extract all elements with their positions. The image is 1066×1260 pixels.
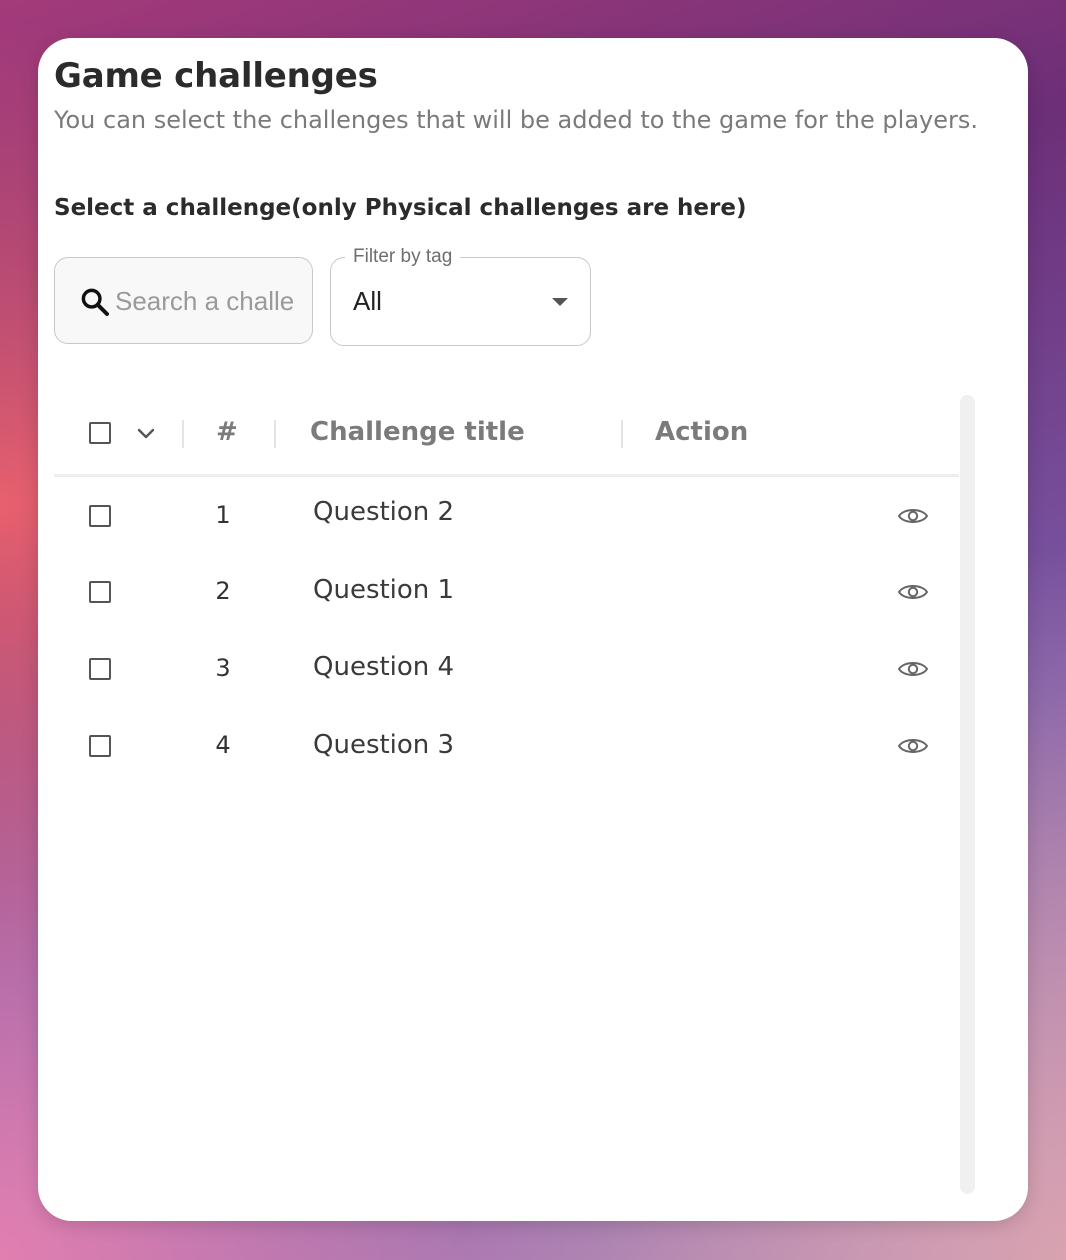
search-input[interactable] — [115, 282, 293, 320]
row-number: 4 — [215, 731, 231, 759]
table-row[interactable]: 4 Question 3 — [54, 708, 959, 785]
eye-icon[interactable] — [897, 581, 929, 603]
table-row[interactable]: 3 Question 4 — [54, 631, 959, 708]
column-header-action: Action — [655, 417, 749, 447]
table-row[interactable]: 1 Question 2 — [54, 477, 959, 554]
challenge-title: Question 4 — [313, 652, 455, 682]
search-icon — [81, 288, 109, 316]
row-checkbox[interactable] — [89, 658, 111, 680]
row-checkbox[interactable] — [89, 581, 111, 603]
table-header: # Challenge title Action — [54, 394, 959, 477]
challenge-title: Question 1 — [313, 575, 455, 605]
eye-icon[interactable] — [897, 658, 929, 680]
row-number: 3 — [215, 654, 231, 682]
column-separator — [182, 420, 184, 448]
row-number: 1 — [215, 501, 231, 529]
row-checkbox[interactable] — [89, 735, 111, 757]
table-scrollbar[interactable] — [960, 395, 975, 1194]
column-separator — [274, 420, 276, 448]
filter-selected-value: All — [353, 286, 382, 316]
row-number: 2 — [215, 577, 231, 605]
filter-label: Filter by tag — [345, 246, 461, 268]
page-title: Game challenges — [54, 56, 378, 96]
challenge-title: Question 2 — [313, 497, 455, 527]
eye-icon[interactable] — [897, 735, 929, 757]
caret-down-icon — [552, 298, 568, 306]
search-field[interactable] — [54, 257, 313, 344]
chevron-down-icon[interactable] — [136, 427, 156, 441]
filter-by-tag-select[interactable]: Filter by tag All — [330, 246, 591, 346]
page-subtitle: You can select the challenges that will … — [54, 106, 978, 134]
game-challenges-card: Game challenges You can select the chall… — [38, 38, 1028, 1221]
row-checkbox[interactable] — [89, 505, 111, 527]
select-all-checkbox[interactable] — [89, 422, 111, 444]
table-row[interactable]: 2 Question 1 — [54, 554, 959, 631]
challenge-title: Question 3 — [313, 730, 455, 760]
column-header-number: # — [216, 417, 238, 447]
challenges-table: # Challenge title Action 1 Question 2 2 … — [54, 394, 959, 785]
column-separator — [621, 420, 623, 448]
eye-icon[interactable] — [897, 505, 929, 527]
select-challenge-label: Select a challenge(only Physical challen… — [54, 195, 747, 221]
column-header-title[interactable]: Challenge title — [310, 417, 525, 447]
